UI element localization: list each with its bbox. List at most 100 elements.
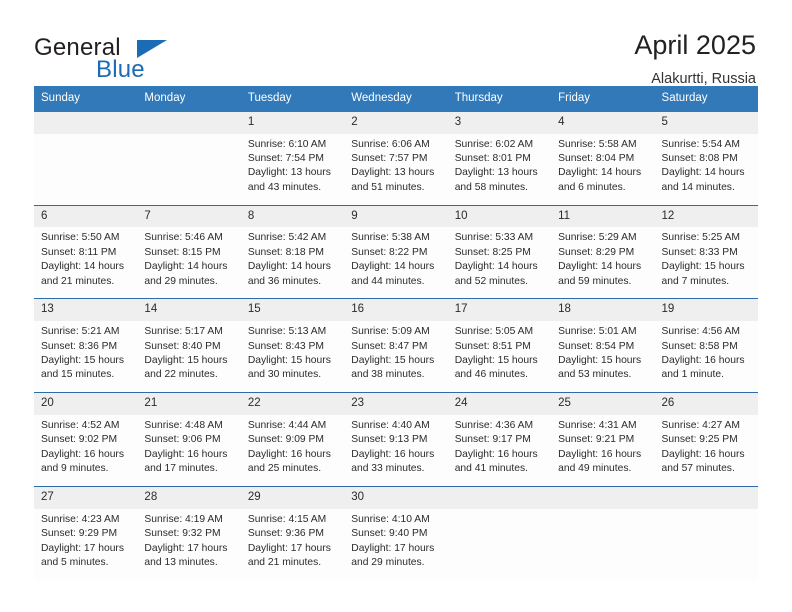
day-detail-line: Sunrise: 4:23 AM bbox=[41, 513, 120, 525]
day-number[interactable]: 17 bbox=[448, 299, 551, 321]
day-detail-line: Daylight: 14 hours bbox=[661, 167, 745, 179]
day-cell-details[interactable]: Sunrise: 4:15 AM Sunset: 9:36 PM Daylight:… bbox=[241, 509, 344, 580]
day-number[interactable]: 3 bbox=[448, 112, 551, 134]
day-detail-line: Daylight: 14 hours bbox=[558, 167, 642, 179]
day-detail-line: and 49 minutes. bbox=[558, 463, 632, 475]
day-number[interactable]: 23 bbox=[344, 393, 447, 415]
day-cell-details[interactable]: Sunrise: 5:21 AM Sunset: 8:36 PM Daylight:… bbox=[34, 321, 137, 392]
day-number[interactable]: 4 bbox=[551, 112, 654, 134]
day-cell-details[interactable]: Sunrise: 5:54 AM Sunset: 8:08 PM Daylight:… bbox=[655, 134, 758, 205]
day-number[interactable]: 10 bbox=[448, 206, 551, 228]
week-body-band: Sunrise: 5:50 AM Sunset: 8:11 PM Daylight:… bbox=[34, 227, 758, 299]
day-number[interactable]: 24 bbox=[448, 393, 551, 415]
day-cell-details[interactable]: Sunrise: 4:10 AM Sunset: 9:40 PM Daylight:… bbox=[344, 509, 447, 580]
day-number[interactable]: 22 bbox=[241, 393, 344, 415]
day-cell-details[interactable]: Sunrise: 4:48 AM Sunset: 9:06 PM Daylight:… bbox=[137, 415, 240, 486]
day-cell-details[interactable]: Sunrise: 6:06 AM Sunset: 7:57 PM Daylight:… bbox=[344, 134, 447, 205]
day-cell-details[interactable]: Sunrise: 4:31 AM Sunset: 9:21 PM Daylight:… bbox=[551, 415, 654, 486]
day-detail-line: Sunrise: 5:05 AM bbox=[454, 326, 534, 338]
day-cell-details[interactable]: Sunrise: 5:29 AM Sunset: 8:29 PM Daylight:… bbox=[551, 227, 654, 298]
day-detail-line: and 15 minutes. bbox=[41, 369, 115, 381]
day-detail-line: Sunset: 8:43 PM bbox=[247, 340, 324, 352]
day-number[interactable]: 9 bbox=[344, 206, 447, 228]
day-detail-line: Sunrise: 4:56 AM bbox=[661, 326, 740, 338]
day-detail-line: Sunset: 8:15 PM bbox=[144, 246, 221, 258]
general-blue-logo[interactable]: General Blue bbox=[34, 28, 214, 84]
day-cell-details[interactable]: Sunrise: 4:19 AM Sunset: 9:32 PM Daylight:… bbox=[137, 509, 240, 580]
day-detail-line: and 59 minutes. bbox=[558, 275, 632, 287]
day-detail-line: and 44 minutes. bbox=[351, 275, 425, 287]
title-block: April 2025 Alakurtti, Russia bbox=[634, 28, 756, 87]
day-detail-line: and 58 minutes. bbox=[454, 181, 528, 193]
day-cell-details[interactable]: Sunrise: 4:23 AM Sunset: 9:29 PM Daylight:… bbox=[34, 509, 137, 580]
day-cell-details[interactable]: Sunrise: 5:17 AM Sunset: 8:40 PM Daylight:… bbox=[137, 321, 240, 392]
day-cell-details[interactable]: Sunrise: 5:25 AM Sunset: 8:33 PM Daylight:… bbox=[655, 227, 758, 298]
day-detail-line: Sunrise: 4:27 AM bbox=[661, 419, 740, 431]
day-detail-line: Sunset: 8:36 PM bbox=[41, 340, 118, 352]
day-detail-line: Sunrise: 4:19 AM bbox=[144, 513, 223, 525]
day-cell-details[interactable]: Sunrise: 5:42 AM Sunset: 8:18 PM Daylight:… bbox=[241, 227, 344, 298]
day-number[interactable]: 5 bbox=[655, 112, 758, 134]
day-detail-line: and 25 minutes. bbox=[247, 463, 322, 475]
day-cell-details[interactable]: Sunrise: 5:50 AM Sunset: 8:11 PM Daylight:… bbox=[34, 227, 137, 298]
day-cell-details[interactable]: Sunrise: 5:46 AM Sunset: 8:15 PM Daylight:… bbox=[137, 227, 240, 298]
day-cell-details[interactable]: Sunrise: 6:10 AM Sunset: 7:54 PM Daylight:… bbox=[241, 134, 344, 205]
calendar-week-row: 20 21 22 23 24 25 26 Sunrise: 4:52 AM Sunset: 9:… bbox=[34, 392, 758, 486]
day-number[interactable]: 26 bbox=[655, 393, 758, 415]
day-detail-line: Sunset: 8:58 PM bbox=[661, 340, 738, 352]
day-detail-line: Sunrise: 4:36 AM bbox=[454, 419, 534, 431]
day-detail-line: Sunrise: 4:31 AM bbox=[558, 419, 637, 431]
weekday-header-sunday: Sunday bbox=[41, 92, 81, 104]
day-detail-line: Sunrise: 6:10 AM bbox=[247, 138, 327, 150]
day-number[interactable]: 12 bbox=[655, 206, 758, 228]
day-number[interactable]: 7 bbox=[137, 206, 240, 228]
day-cell-details[interactable]: Sunrise: 4:44 AM Sunset: 9:09 PM Daylight:… bbox=[241, 415, 344, 486]
day-number[interactable]: 11 bbox=[551, 206, 654, 228]
day-number[interactable]: 19 bbox=[655, 299, 758, 321]
day-cell-details[interactable]: Sunrise: 6:02 AM Sunset: 8:01 PM Daylight:… bbox=[448, 134, 551, 205]
day-cell-details[interactable]: Sunrise: 5:33 AM Sunset: 8:25 PM Daylight:… bbox=[448, 227, 551, 298]
day-number[interactable]: 2 bbox=[344, 112, 447, 134]
day-cell-details[interactable]: Sunrise: 4:52 AM Sunset: 9:02 PM Daylight:… bbox=[34, 415, 137, 486]
day-cell-details[interactable]: Sunrise: 5:09 AM Sunset: 8:47 PM Daylight:… bbox=[344, 321, 447, 392]
day-detail-line: Daylight: 15 hours bbox=[661, 261, 745, 273]
day-number[interactable]: 6 bbox=[34, 206, 137, 228]
day-number[interactable]: 18 bbox=[551, 299, 654, 321]
day-cell-details[interactable]: Sunrise: 5:05 AM Sunset: 8:51 PM Daylight:… bbox=[448, 321, 551, 392]
day-number[interactable]: 8 bbox=[241, 206, 344, 228]
page-header: General Blue April 2025 Alakurtti, Russi… bbox=[0, 0, 792, 87]
day-detail-line: Sunset: 8:47 PM bbox=[351, 340, 428, 352]
day-number[interactable]: 30 bbox=[344, 487, 447, 509]
day-detail-line: Daylight: 14 hours bbox=[144, 261, 228, 273]
day-cell-details[interactable]: Sunrise: 4:36 AM Sunset: 9:17 PM Daylight:… bbox=[448, 415, 551, 486]
day-number[interactable]: 25 bbox=[551, 393, 654, 415]
day-number[interactable]: 13 bbox=[34, 299, 137, 321]
day-cell-details[interactable]: Sunrise: 5:13 AM Sunset: 8:43 PM Daylight:… bbox=[241, 321, 344, 392]
day-cell-details[interactable]: Sunrise: 5:58 AM Sunset: 8:04 PM Daylight:… bbox=[551, 134, 654, 205]
day-detail-line: Sunrise: 5:17 AM bbox=[144, 326, 223, 338]
day-detail-line: Sunrise: 5:50 AM bbox=[41, 232, 120, 244]
day-number[interactable]: 27 bbox=[34, 487, 137, 509]
day-number[interactable]: 14 bbox=[137, 299, 240, 321]
day-detail-line: Sunset: 8:33 PM bbox=[661, 246, 738, 258]
day-detail-line: Sunset: 9:13 PM bbox=[351, 434, 428, 446]
day-number[interactable]: 28 bbox=[137, 487, 240, 509]
day-number[interactable]: 15 bbox=[241, 299, 344, 321]
day-number[interactable]: 1 bbox=[241, 112, 344, 134]
day-detail-line: Daylight: 15 hours bbox=[351, 355, 435, 366]
day-number[interactable]: 29 bbox=[241, 487, 344, 509]
day-cell-details[interactable]: Sunrise: 4:56 AM Sunset: 8:58 PM Daylight:… bbox=[655, 321, 758, 392]
day-detail-line: Sunset: 9:17 PM bbox=[454, 434, 531, 446]
day-detail-line: Sunset: 9:36 PM bbox=[247, 528, 324, 540]
day-detail-line: and 57 minutes. bbox=[661, 463, 735, 475]
day-cell-empty bbox=[34, 134, 137, 205]
day-number[interactable]: 16 bbox=[344, 299, 447, 321]
day-cell-details[interactable]: Sunrise: 5:01 AM Sunset: 8:54 PM Daylight:… bbox=[551, 321, 654, 392]
day-cell-details[interactable]: Sunrise: 4:27 AM Sunset: 9:25 PM Daylight:… bbox=[655, 415, 758, 486]
day-number[interactable]: 21 bbox=[137, 393, 240, 415]
day-cell-details[interactable]: Sunrise: 4:40 AM Sunset: 9:13 PM Daylight:… bbox=[344, 415, 447, 486]
day-number[interactable]: 20 bbox=[34, 393, 137, 415]
day-cell-details[interactable]: Sunrise: 5:38 AM Sunset: 8:22 PM Daylight:… bbox=[344, 227, 447, 298]
week-date-band: 12345 bbox=[34, 111, 758, 134]
page-title: April 2025 bbox=[634, 30, 756, 60]
